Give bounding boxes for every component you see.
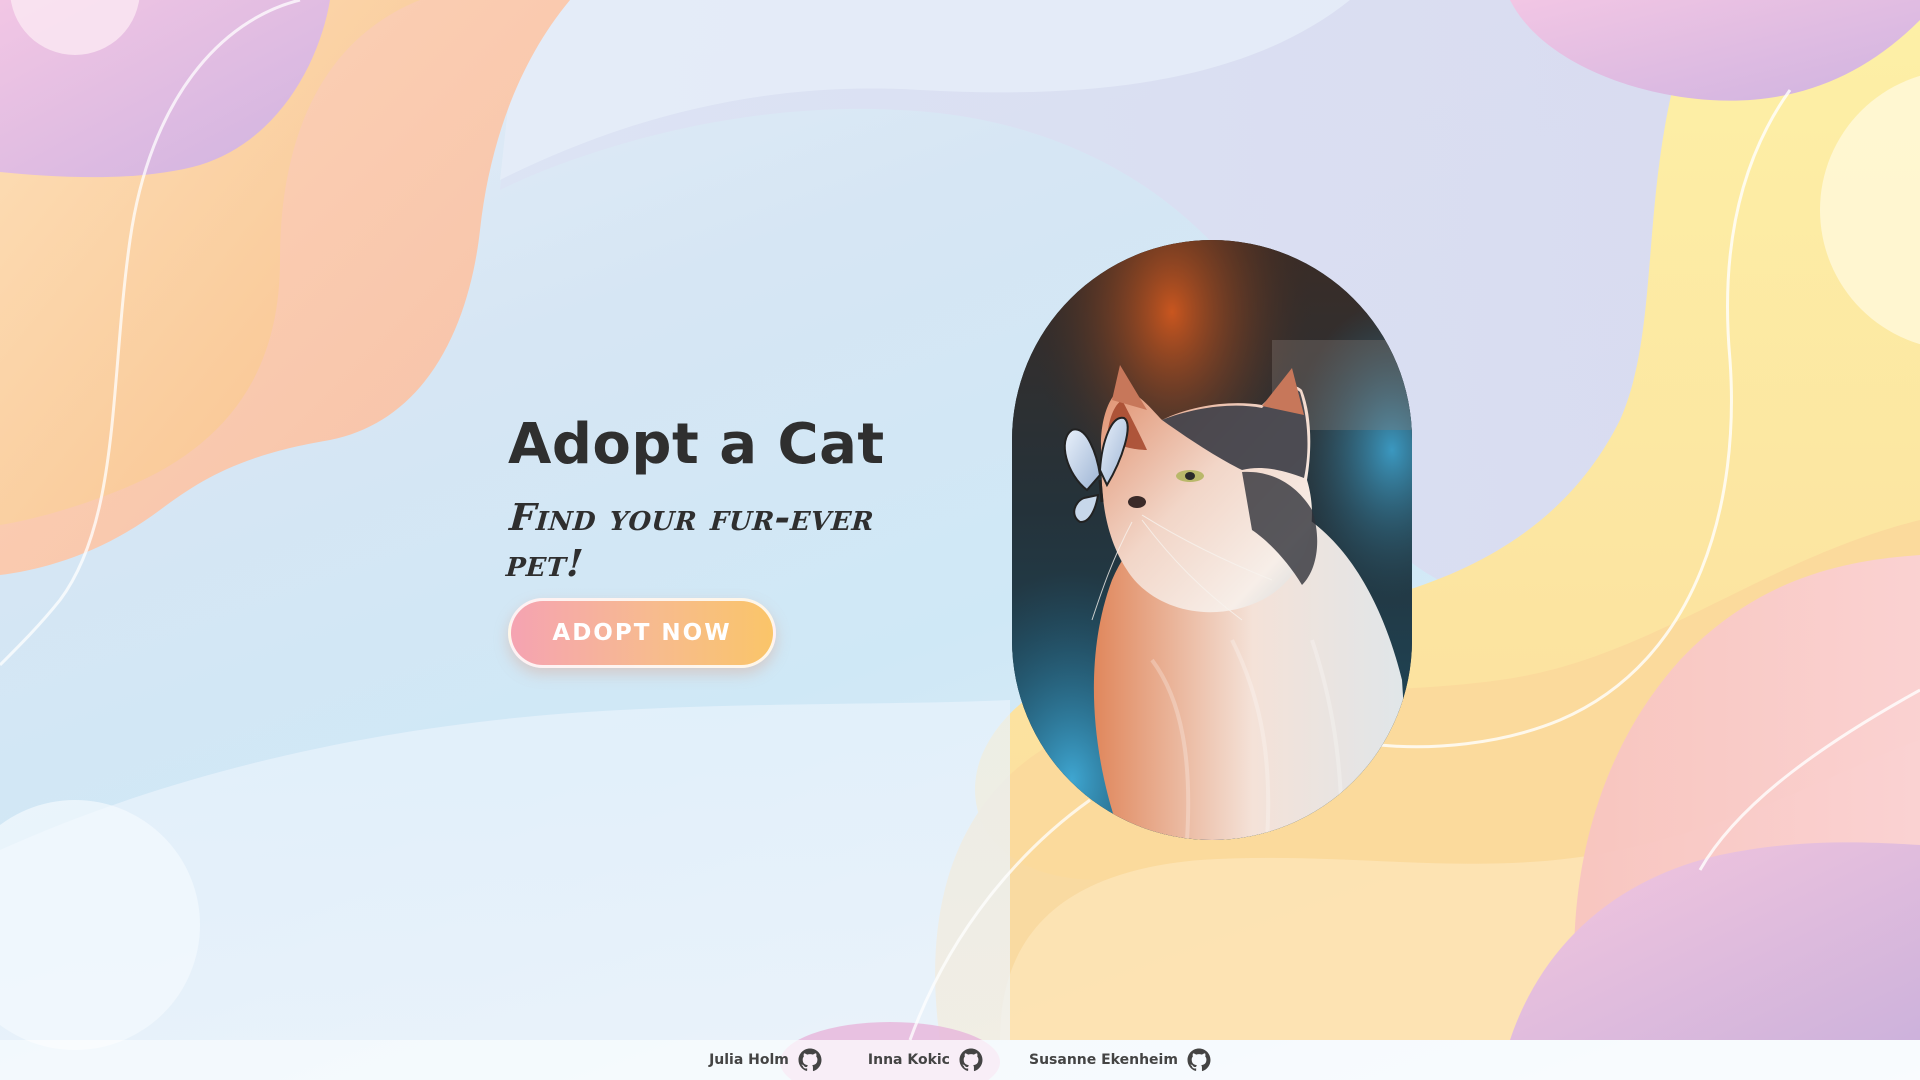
credit-link-susanne-ekenheim[interactable]: Susanne Ekenheim [1029, 1048, 1211, 1072]
adopt-now-button[interactable]: ADOPT NOW [508, 598, 776, 668]
page-title: Adopt a Cat [508, 412, 885, 477]
credit-link-inna-kokic[interactable]: Inna Kokic [868, 1048, 983, 1072]
github-icon [798, 1048, 822, 1072]
credit-link-julia-holm[interactable]: Julia Holm [709, 1048, 822, 1072]
credit-name: Susanne Ekenheim [1028, 1052, 1178, 1068]
landing-page: Adopt a Cat Find your fur-ever pet! ADOP… [0, 0, 1920, 1080]
github-icon [1187, 1048, 1211, 1072]
hero-text: Adopt a Cat Find your fur-ever pet! [504, 410, 948, 586]
page-subtitle: Find your fur-ever pet! [504, 495, 876, 585]
credit-name: Inna Kokic [867, 1052, 950, 1068]
github-icon [959, 1048, 983, 1072]
credit-name: Julia Holm [709, 1052, 789, 1068]
cat-photo [1012, 240, 1412, 840]
cat-with-butterfly-image [1012, 240, 1412, 840]
background-blobs [0, 0, 1920, 1080]
footer: Julia Holm Inna Kokic Susanne Ekenheim [0, 1040, 1920, 1080]
